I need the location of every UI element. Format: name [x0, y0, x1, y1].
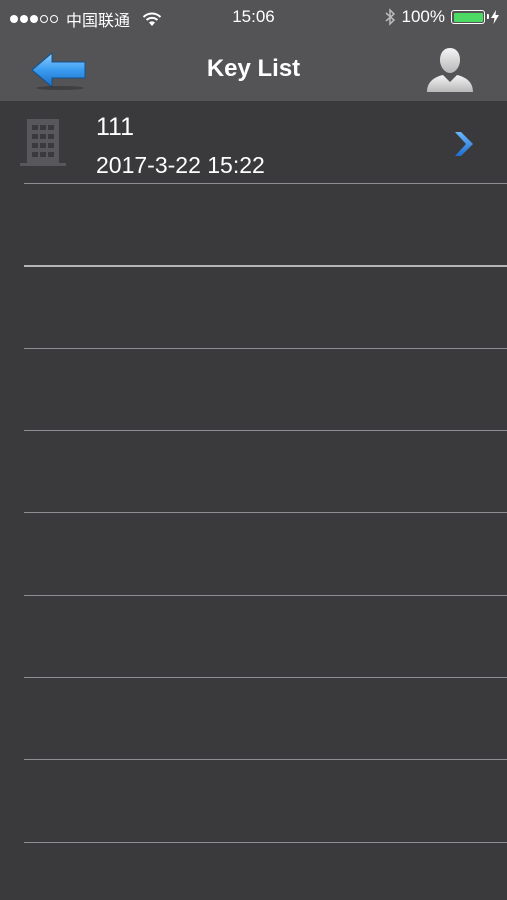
row-divider — [24, 265, 507, 267]
row-divider — [24, 183, 507, 184]
row-divider — [24, 595, 507, 596]
navigation-bar: Key List — [0, 36, 507, 101]
row-divider — [24, 677, 507, 678]
battery-icon — [451, 10, 489, 24]
row-divider — [24, 430, 507, 431]
user-icon — [427, 48, 473, 92]
key-name: 111 — [96, 113, 135, 141]
row-divider — [24, 759, 507, 760]
battery-percentage: 100% — [401, 7, 445, 26]
row-divider — [24, 348, 507, 349]
row-divider — [24, 842, 507, 843]
status-bar: 中国联通 15:06 100% — [0, 0, 507, 36]
bluetooth-icon — [385, 8, 395, 26]
chevron-right-icon[interactable] — [450, 129, 478, 159]
key-date: 2017-3-22 15:22 — [96, 152, 265, 178]
user-profile-button[interactable] — [424, 44, 476, 94]
key-list-item[interactable]: 111 2017-3-22 15:22 — [0, 101, 507, 183]
row-divider — [24, 512, 507, 513]
status-right: 100% — [384, 7, 499, 27]
charging-icon — [491, 10, 499, 24]
building-icon — [20, 119, 66, 166]
